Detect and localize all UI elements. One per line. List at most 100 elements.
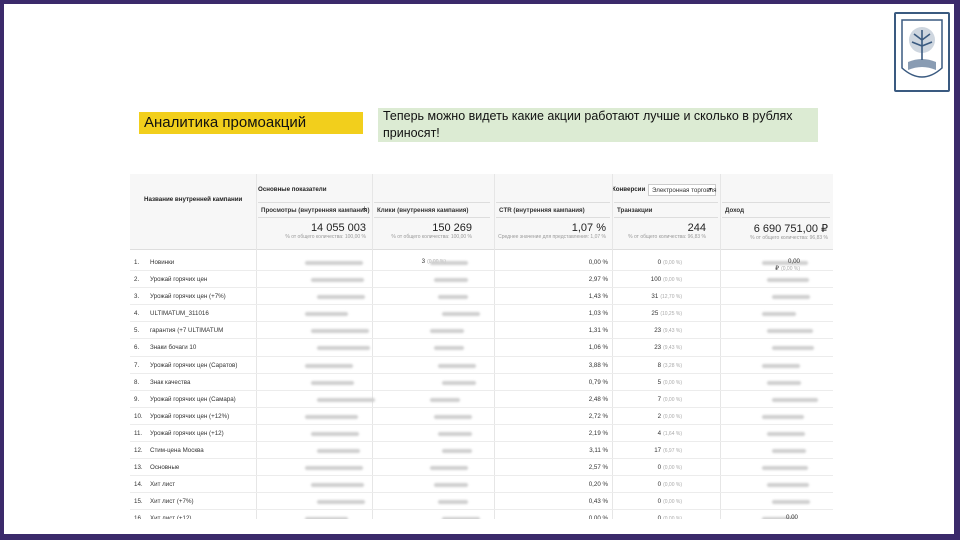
conversions-select[interactable]: Электронная торговля ▾ xyxy=(648,184,716,196)
total-ctr-value: 1,07 % xyxy=(571,222,606,234)
total-revenue-sub: % от общего количества: 96,83 % xyxy=(750,235,828,241)
transactions-value: 0(0,00 %) xyxy=(657,259,682,266)
blurred-value xyxy=(305,517,348,519)
ctr-value: 2,57 % xyxy=(588,464,608,472)
transactions-value: 31 (12,70 %) xyxy=(651,293,682,301)
ctr-value: 1,06 % xyxy=(588,344,608,352)
table-row[interactable]: 4. ULTIMATUM_311016 1,03 % 25 (10,25 %) xyxy=(130,305,833,323)
report-rows: 1.Новинки3(0,00 %)0,00 %0(0,00 %)0,00 ₽(… xyxy=(130,254,833,519)
campaign-name-link[interactable]: Хит лист (+7%) xyxy=(150,498,194,505)
row-number: 6. xyxy=(134,344,140,352)
blurred-value xyxy=(442,449,472,454)
total-ctr: 1,07 % Среднее значение для представлени… xyxy=(476,222,606,240)
revenue-value: 0,00 xyxy=(785,514,798,519)
col-ctr[interactable]: CTR (внутренняя кампания) xyxy=(496,202,610,218)
table-row[interactable]: 2. Урожай горячих цен 2,97 % 100 (0,00 %) xyxy=(130,271,833,289)
university-logo xyxy=(894,12,950,92)
ctr-value: 0,00 % xyxy=(588,515,608,519)
campaign-name-link[interactable]: Урожай горячих цен (+12%) xyxy=(150,413,229,420)
blurred-value xyxy=(305,414,358,419)
ctr-value: 3,88 % xyxy=(588,361,608,369)
plus-icon[interactable]: + xyxy=(362,204,367,213)
ctr-value: 3,11 % xyxy=(589,447,608,455)
table-row[interactable]: 8. Знак качества 0,79 % 5 (0,00 %) xyxy=(130,374,833,391)
revenue-value: 0,00 ₽ (0,00 %) xyxy=(775,258,800,272)
blurred-value xyxy=(317,346,370,351)
total-views: 14 055 003 % от общего количества: 100,0… xyxy=(258,222,366,240)
table-row[interactable]: 11. Урожай горячих цен (+12) 2,19 % 4 (1,64 … xyxy=(130,425,833,443)
blurred-value xyxy=(442,380,476,385)
blurred-value xyxy=(305,363,353,368)
blurred-value xyxy=(317,449,360,454)
blurred-value xyxy=(317,500,365,505)
campaign-name-link[interactable]: Знаки бочаги 10 xyxy=(150,344,196,351)
row-number: 11. xyxy=(134,429,143,437)
campaign-name-link[interactable]: Урожай горячих цен xyxy=(150,276,207,283)
table-row[interactable]: 13. Основные 2,57 % 0 (0,00 %) xyxy=(130,459,833,477)
ctr-value: 0,20 % xyxy=(588,481,608,489)
table-row[interactable]: 14. Хит лист 0,20 % 0 (0,00 %) xyxy=(130,476,833,494)
revenue-value xyxy=(770,326,800,333)
col-revenue[interactable]: Доход xyxy=(722,202,830,218)
row-number: 3. xyxy=(134,293,140,301)
campaign-name-link[interactable]: Основные xyxy=(150,464,179,471)
blurred-value xyxy=(442,312,480,317)
blurred-value xyxy=(311,483,364,488)
transactions-value: 25 (10,25 %) xyxy=(651,310,682,318)
blurred-value xyxy=(430,261,468,265)
campaign-name-link[interactable]: Урожай горячих цен (+7%) xyxy=(150,293,226,300)
campaign-name-link[interactable]: Новинки xyxy=(150,259,174,266)
revenue-value xyxy=(770,429,800,436)
transactions-value: 0(0,00 %) xyxy=(657,464,682,472)
col-views[interactable]: Просмотры (внутренняя кампания) xyxy=(258,202,370,218)
row-number: 14. xyxy=(134,481,143,489)
ctr-value: 2,19 % xyxy=(588,429,608,437)
blurred-value xyxy=(434,346,464,351)
ctr-value: 0,43 % xyxy=(588,498,608,506)
blurred-value xyxy=(442,517,480,519)
campaign-name-link[interactable]: Хит лист (+12) xyxy=(150,515,191,519)
table-row[interactable]: 1.Новинки3(0,00 %)0,00 %0(0,00 %)0,00 ₽(… xyxy=(130,254,833,272)
campaign-name-link[interactable]: гарантия (+7 ULTIMATUM xyxy=(150,327,223,334)
transactions-value: 0(0,00 %) xyxy=(657,481,682,489)
table-row[interactable]: 15. Хит лист (+7%) 0,43 % 0 (0,00 %) xyxy=(130,493,833,511)
campaign-name-link[interactable]: Стим-цена Москва xyxy=(150,447,204,454)
dimension-header[interactable]: Название внутренней кампании xyxy=(144,196,242,203)
blurred-value xyxy=(438,500,468,505)
conversions-label: Конверсии xyxy=(612,186,646,193)
campaign-name-link[interactable]: Урожай горячих цен (Самара) xyxy=(150,396,236,403)
row-number: 15. xyxy=(134,498,143,506)
table-row[interactable]: 6. Знаки бочаги 10 1,06 % 23 (9,43 %) xyxy=(130,339,833,357)
campaign-name-link[interactable]: Урожай горячих цен (+12) xyxy=(150,430,224,437)
blurred-value xyxy=(438,431,472,436)
transactions-value: 2 (0,00 %) xyxy=(657,412,682,420)
revenue-value xyxy=(770,395,800,402)
group-header: Основные показатели xyxy=(258,186,327,193)
col-clicks[interactable]: Клики (внутренняя кампания) xyxy=(374,202,490,218)
blurred-value xyxy=(438,363,476,368)
campaign-name-link[interactable]: Урожай горячих цен (Саратов) xyxy=(150,362,237,369)
total-revenue: 6 690 751,00 ₽ % от общего количества: 9… xyxy=(722,222,828,241)
table-row[interactable]: 3. Урожай горячих цен (+7%) 1,43 % 31 (12,70… xyxy=(130,288,833,306)
row-number: 7. xyxy=(134,361,140,369)
blurred-value xyxy=(430,397,460,402)
table-row[interactable]: 9. Урожай горячих цен (Самара) 2,48 % 7 (0,0… xyxy=(130,391,833,408)
table-row[interactable]: 16. Хит лист (+12) 0,00 % 0(0,00 %) 0,00 xyxy=(130,510,833,519)
revenue-value xyxy=(770,275,800,282)
revenue-value xyxy=(770,309,800,316)
campaign-name-link[interactable]: Хит лист xyxy=(150,481,175,488)
table-row[interactable]: 10. Урожай горячих цен (+12%) 2,72 % 2 (0,00… xyxy=(130,408,833,425)
table-row[interactable]: 12. Стим-цена Москва 3,11 % 17 (6,97 %) xyxy=(130,442,833,460)
blurred-value xyxy=(430,329,464,334)
col-transactions[interactable]: Транзакции xyxy=(614,202,718,218)
table-row[interactable]: 5. гарантия (+7 ULTIMATUM 1,31 % 23 (9,43 %) xyxy=(130,322,833,340)
row-number: 9. xyxy=(134,395,140,403)
row-number: 8. xyxy=(134,378,140,386)
row-number: 2. xyxy=(134,276,140,284)
table-row[interactable]: 7. Урожай горячих цен (Саратов) 3,88 % 8 (3,… xyxy=(130,357,833,374)
transactions-value: 0(0,00 %) xyxy=(657,515,682,519)
campaign-name-link[interactable]: ULTIMATUM_311016 xyxy=(150,310,209,317)
row-number: 13. xyxy=(134,464,143,472)
row-number: 10. xyxy=(134,412,143,420)
campaign-name-link[interactable]: Знак качества xyxy=(150,379,190,386)
